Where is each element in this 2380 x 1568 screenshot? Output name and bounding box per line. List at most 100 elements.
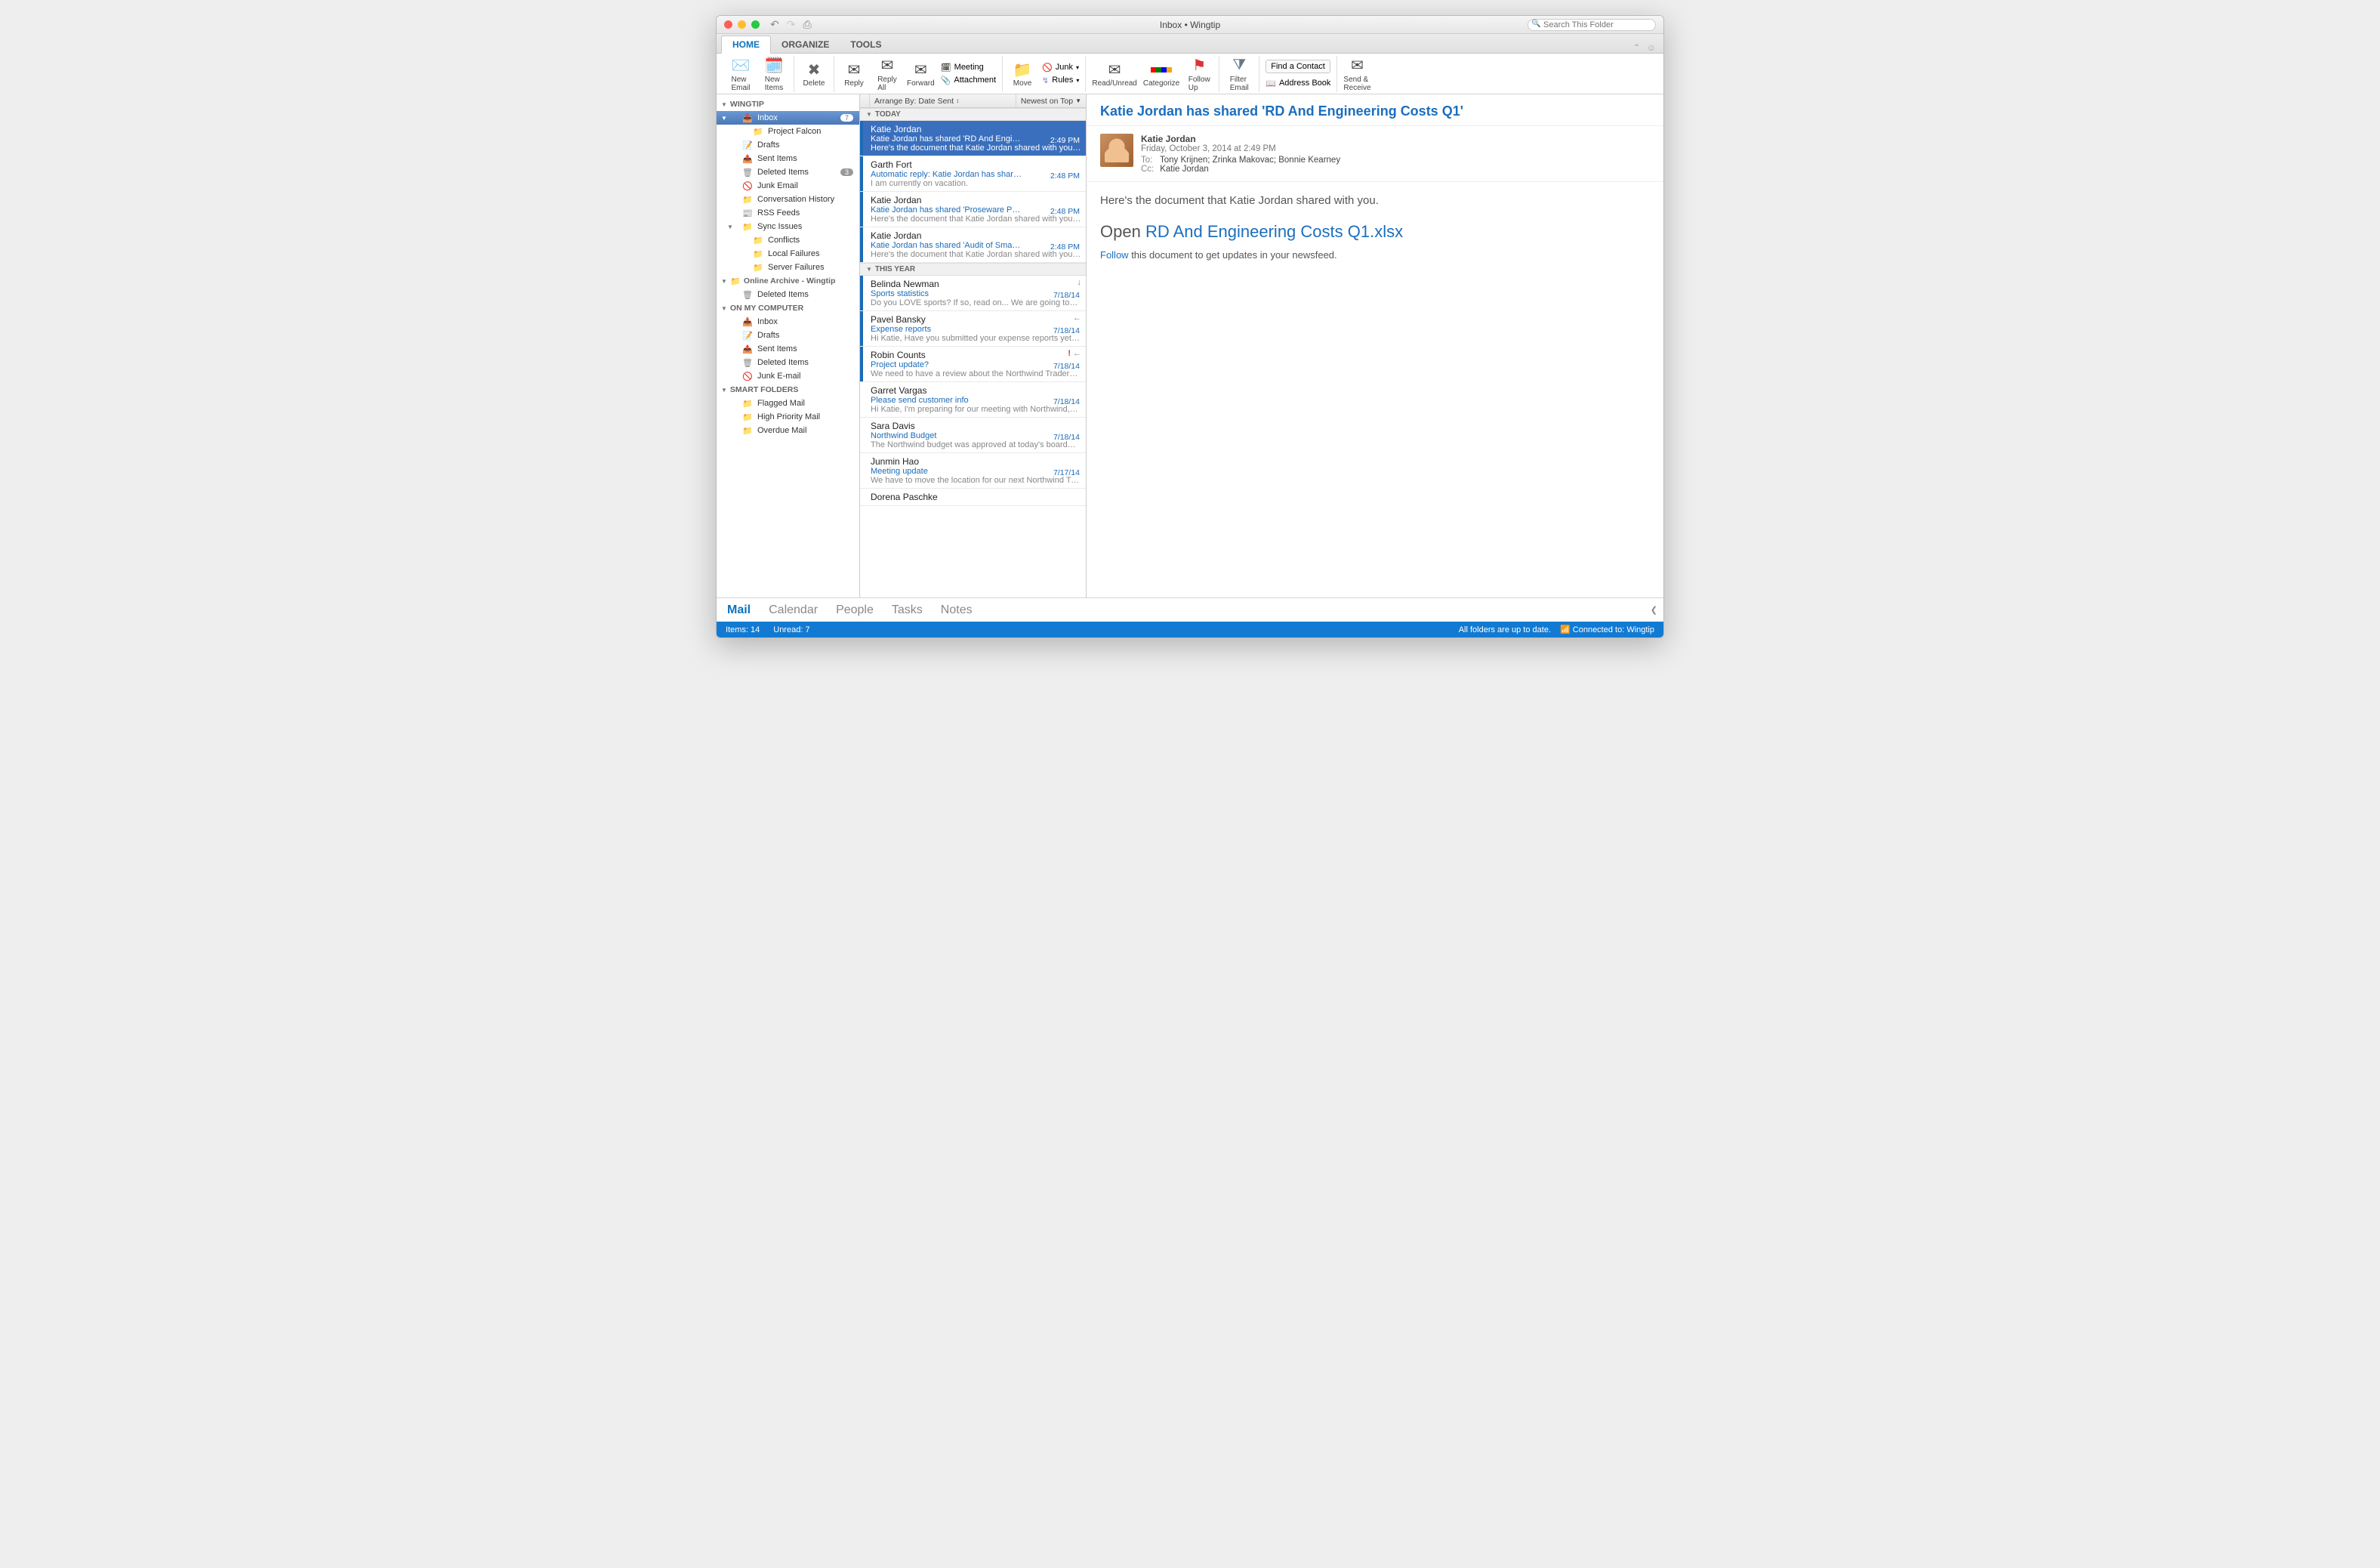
sidebar-item[interactable]: 📁Conversation History (717, 193, 859, 206)
junk-icon: 🚫 (742, 372, 753, 381)
sidebar-item[interactable]: 📁High Priority Mail (717, 410, 859, 424)
disclosure-icon: ▼ (721, 101, 727, 108)
attachment-button[interactable]: 📎Attachment (941, 76, 996, 85)
collapse-ribbon-icon[interactable]: ⌃ (1633, 42, 1641, 53)
folder-icon: 📁 (753, 236, 763, 245)
tab-organize[interactable]: ORGANIZE (771, 36, 840, 53)
message-body: Here's the document that Katie Jordan sh… (1087, 182, 1663, 273)
sidebar-item[interactable]: 📁Flagged Mail (717, 397, 859, 410)
sidebar-item[interactable]: ▼📥Inbox7 (717, 111, 859, 125)
nav-tasks[interactable]: Tasks (892, 603, 923, 617)
inbox-icon: 📥 (742, 113, 753, 122)
sidebar-item[interactable]: 🗑Deleted Items (717, 288, 859, 301)
sidebar-item[interactable]: ▼📁Sync Issues (717, 220, 859, 233)
status-connected: 📶 Connected to: Wingtip (1560, 625, 1654, 634)
read-unread-button[interactable]: ✉︎Read/Unread (1089, 60, 1139, 88)
new-items-button[interactable]: 🗓️New Items (757, 56, 791, 92)
folder-sidebar: ▼ WINGTIP▼📥Inbox7📁Project Falcon📝Drafts📤… (717, 94, 860, 597)
rules-button[interactable]: ↯Rules▾ (1042, 76, 1079, 85)
message-item[interactable]: Garth FortAutomatic reply: Katie Jordan … (860, 156, 1086, 192)
message-group-header[interactable]: ▼ THIS YEAR (860, 263, 1086, 276)
sidebar-item[interactable]: 📁Local Failures (717, 247, 859, 261)
folder-icon: 📁 (753, 263, 763, 272)
sidebar-item[interactable]: 🚫Junk Email (717, 179, 859, 193)
sidebar-item[interactable]: 🗑Deleted Items3 (717, 165, 859, 179)
message-group-header[interactable]: ▼ TODAY (860, 108, 1086, 121)
follow-up-button[interactable]: ⚑Follow Up (1182, 56, 1216, 92)
rules-icon: ↯ (1042, 76, 1049, 85)
chevron-down-icon: ▾ (1076, 64, 1079, 71)
maximize-button[interactable] (751, 20, 760, 29)
sidebar-account[interactable]: ▼ ON MY COMPUTER (717, 301, 859, 315)
help-icon[interactable]: ☺ (1647, 42, 1656, 53)
follow-link[interactable]: Follow (1100, 249, 1129, 261)
print-icon[interactable]: ⎙ (803, 18, 811, 31)
arrange-by-button[interactable]: Arrange By: Date Sent↕ (870, 94, 1016, 107)
junk-button[interactable]: 🚫Junk▾ (1042, 63, 1079, 73)
message-item[interactable]: Garret VargasPlease send customer info7/… (860, 382, 1086, 418)
open-document-line: Open RD And Engineering Costs Q1.xlsx (1100, 222, 1650, 242)
sender-name: Katie Jordan (1141, 134, 1340, 144)
nav-people[interactable]: People (836, 603, 874, 617)
message-item[interactable]: ↓Belinda NewmanSports statistics7/18/14D… (860, 276, 1086, 311)
nav-calendar[interactable]: Calendar (769, 603, 818, 617)
sidebar-item[interactable]: 📁Overdue Mail (717, 424, 859, 437)
sidebar-item[interactable]: 📤Sent Items (717, 152, 859, 165)
close-button[interactable] (724, 20, 732, 29)
filter-email-button[interactable]: ⧩Filter Email (1222, 56, 1256, 92)
document-link[interactable]: RD And Engineering Costs Q1.xlsx (1145, 222, 1403, 241)
sidebar-item[interactable]: 📰RSS Feeds (717, 206, 859, 220)
message-item[interactable]: Katie JordanKatie Jordan has shared 'Pro… (860, 192, 1086, 227)
minimize-button[interactable] (738, 20, 746, 29)
undo-icon[interactable]: ↶ (770, 18, 779, 31)
sort-order-button[interactable]: Newest on Top▼ (1016, 94, 1086, 107)
sidebar-item[interactable]: 📥Inbox (717, 315, 859, 329)
reply-button[interactable]: ✉︎Reply (837, 60, 871, 88)
reply-all-button[interactable]: ✉︎Reply All (871, 56, 904, 92)
disclosure-icon: ▼ (866, 266, 872, 273)
nav-notes[interactable]: Notes (941, 603, 973, 617)
folder-icon: 📁 (753, 127, 763, 136)
sidebar-account[interactable]: ▼ SMART FOLDERS (717, 383, 859, 397)
sidebar-item[interactable]: 📤Sent Items (717, 342, 859, 356)
message-item[interactable]: !←Robin CountsProject update?7/18/14We n… (860, 347, 1086, 382)
folder-icon: 📁 (753, 249, 763, 258)
tab-home[interactable]: HOME (721, 35, 771, 54)
forward-button[interactable]: ✉︎Forward (904, 60, 938, 88)
sidebar-item[interactable]: 📁Project Falcon (717, 125, 859, 138)
collapse-nav-icon[interactable]: ❮ (1651, 605, 1657, 615)
sidebar-account[interactable]: ▼📁 Online Archive - Wingtip (717, 274, 859, 288)
categorize-button[interactable]: Categorize (1140, 60, 1182, 88)
message-item[interactable]: ←Pavel BanskyExpense reports7/18/14Hi Ka… (860, 311, 1086, 347)
junk-icon: 🚫 (1042, 63, 1053, 73)
message-list-header: Arrange By: Date Sent↕ Newest on Top▼ (860, 94, 1086, 108)
message-item[interactable]: Sara DavisNorthwind Budget7/18/14The Nor… (860, 418, 1086, 453)
message-item[interactable]: Katie JordanKatie Jordan has shared 'RD … (860, 121, 1086, 156)
sidebar-item[interactable]: 📝Drafts (717, 138, 859, 152)
find-contact-input[interactable]: Find a Contact (1266, 60, 1330, 73)
window-controls (717, 20, 760, 29)
address-book-button[interactable]: 📖Address Book (1266, 79, 1330, 88)
move-button[interactable]: 📁Move (1006, 60, 1039, 88)
sidebar-account[interactable]: ▼ WINGTIP (717, 97, 859, 111)
sidebar-item[interactable]: 📁Conflicts (717, 233, 859, 247)
folder-icon: 📁 (742, 426, 753, 435)
search-input[interactable] (1528, 19, 1656, 31)
meeting-button[interactable]: 🗓Meeting (941, 63, 996, 73)
status-sync: All folders are up to date. (1459, 625, 1551, 634)
message-item[interactable]: Dorena Paschke (860, 489, 1086, 506)
delete-button[interactable]: ✖Delete (797, 60, 831, 88)
read-unread-icon: ✉︎ (1108, 60, 1121, 79)
sidebar-item[interactable]: 🗑Deleted Items (717, 356, 859, 369)
new-email-button[interactable]: ✉️New Email (724, 56, 757, 92)
message-item[interactable]: Katie JordanKatie Jordan has shared 'Aud… (860, 227, 1086, 263)
chevron-down-icon: ▾ (1076, 77, 1079, 84)
redo-icon[interactable]: ↷ (787, 18, 796, 31)
sidebar-item[interactable]: 🚫Junk E-mail (717, 369, 859, 383)
send-receive-button[interactable]: ✉︎Send & Receive (1340, 56, 1373, 92)
message-item[interactable]: Junmin HaoMeeting update7/17/14We have t… (860, 453, 1086, 489)
nav-mail[interactable]: Mail (727, 603, 751, 617)
sidebar-item[interactable]: 📁Server Failures (717, 261, 859, 274)
sidebar-item[interactable]: 📝Drafts (717, 329, 859, 342)
tab-tools[interactable]: TOOLS (840, 36, 892, 53)
